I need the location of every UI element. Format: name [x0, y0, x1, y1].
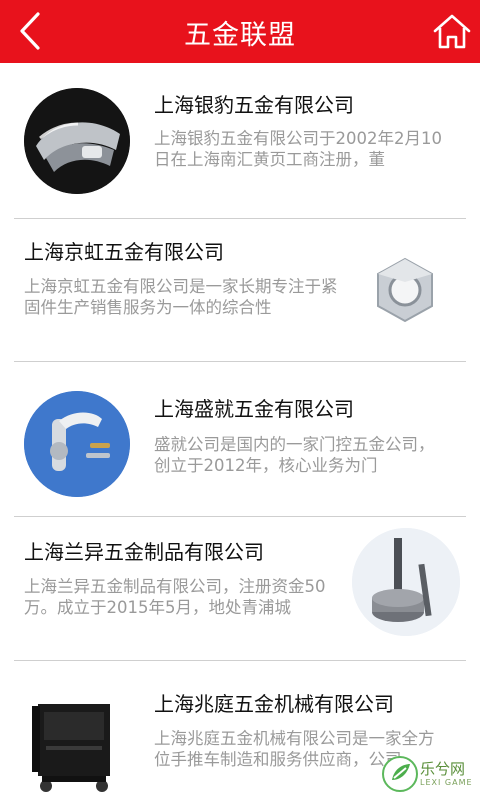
product-image	[24, 391, 130, 497]
company-description: 上海兰异五金制品有限公司，注册资金50万。成立于2015年5月，地处青浦城	[24, 577, 326, 617]
home-icon	[433, 14, 471, 49]
company-description: 上海银豹五金有限公司于2002年2月10日在上海南汇黄页工商注册，董	[154, 129, 442, 169]
company-name: 上海兆庭五金机械有限公司	[154, 692, 394, 716]
product-image	[24, 694, 130, 800]
company-description: 上海京虹五金有限公司是一家长期专注于紧固件生产销售服务为一体的综合性	[24, 277, 338, 317]
home-button[interactable]	[432, 12, 472, 52]
product-image	[352, 237, 458, 343]
product-image	[352, 528, 460, 636]
page-title: 五金联盟	[184, 20, 296, 51]
watermark-subtext: LEXI GAME	[420, 778, 473, 787]
watermark-logo: 乐兮网 LEXI GAME	[380, 752, 476, 796]
company-name: 上海银豹五金有限公司	[154, 93, 354, 117]
company-name: 上海京虹五金有限公司	[24, 240, 224, 264]
list-item[interactable]: 上海银豹五金有限公司 上海银豹五金有限公司于2002年2月10日在上海南汇黄页工…	[0, 63, 480, 215]
list-item[interactable]: 上海盛就五金有限公司 盛就公司是国内的一家门控五金公司，创立于2012年，核心业…	[0, 356, 480, 508]
company-name: 上海盛就五金有限公司	[154, 397, 354, 421]
company-name: 上海兰异五金制品有限公司	[24, 540, 264, 564]
list-item[interactable]: 上海京虹五金有限公司 上海京虹五金有限公司是一家长期专注于紧固件生产销售服务为一…	[0, 212, 480, 364]
watermark-text: 乐兮网	[420, 760, 466, 778]
product-image	[24, 88, 130, 194]
company-description: 盛就公司是国内的一家门控五金公司，创立于2012年，核心业务为门	[154, 435, 435, 475]
top-bar: 五金联盟	[0, 0, 480, 63]
company-list: 上海银豹五金有限公司 上海银豹五金有限公司于2002年2月10日在上海南汇黄页工…	[0, 63, 480, 804]
list-item[interactable]: 上海兰异五金制品有限公司 上海兰异五金制品有限公司，注册资金50万。成立于201…	[0, 508, 480, 660]
